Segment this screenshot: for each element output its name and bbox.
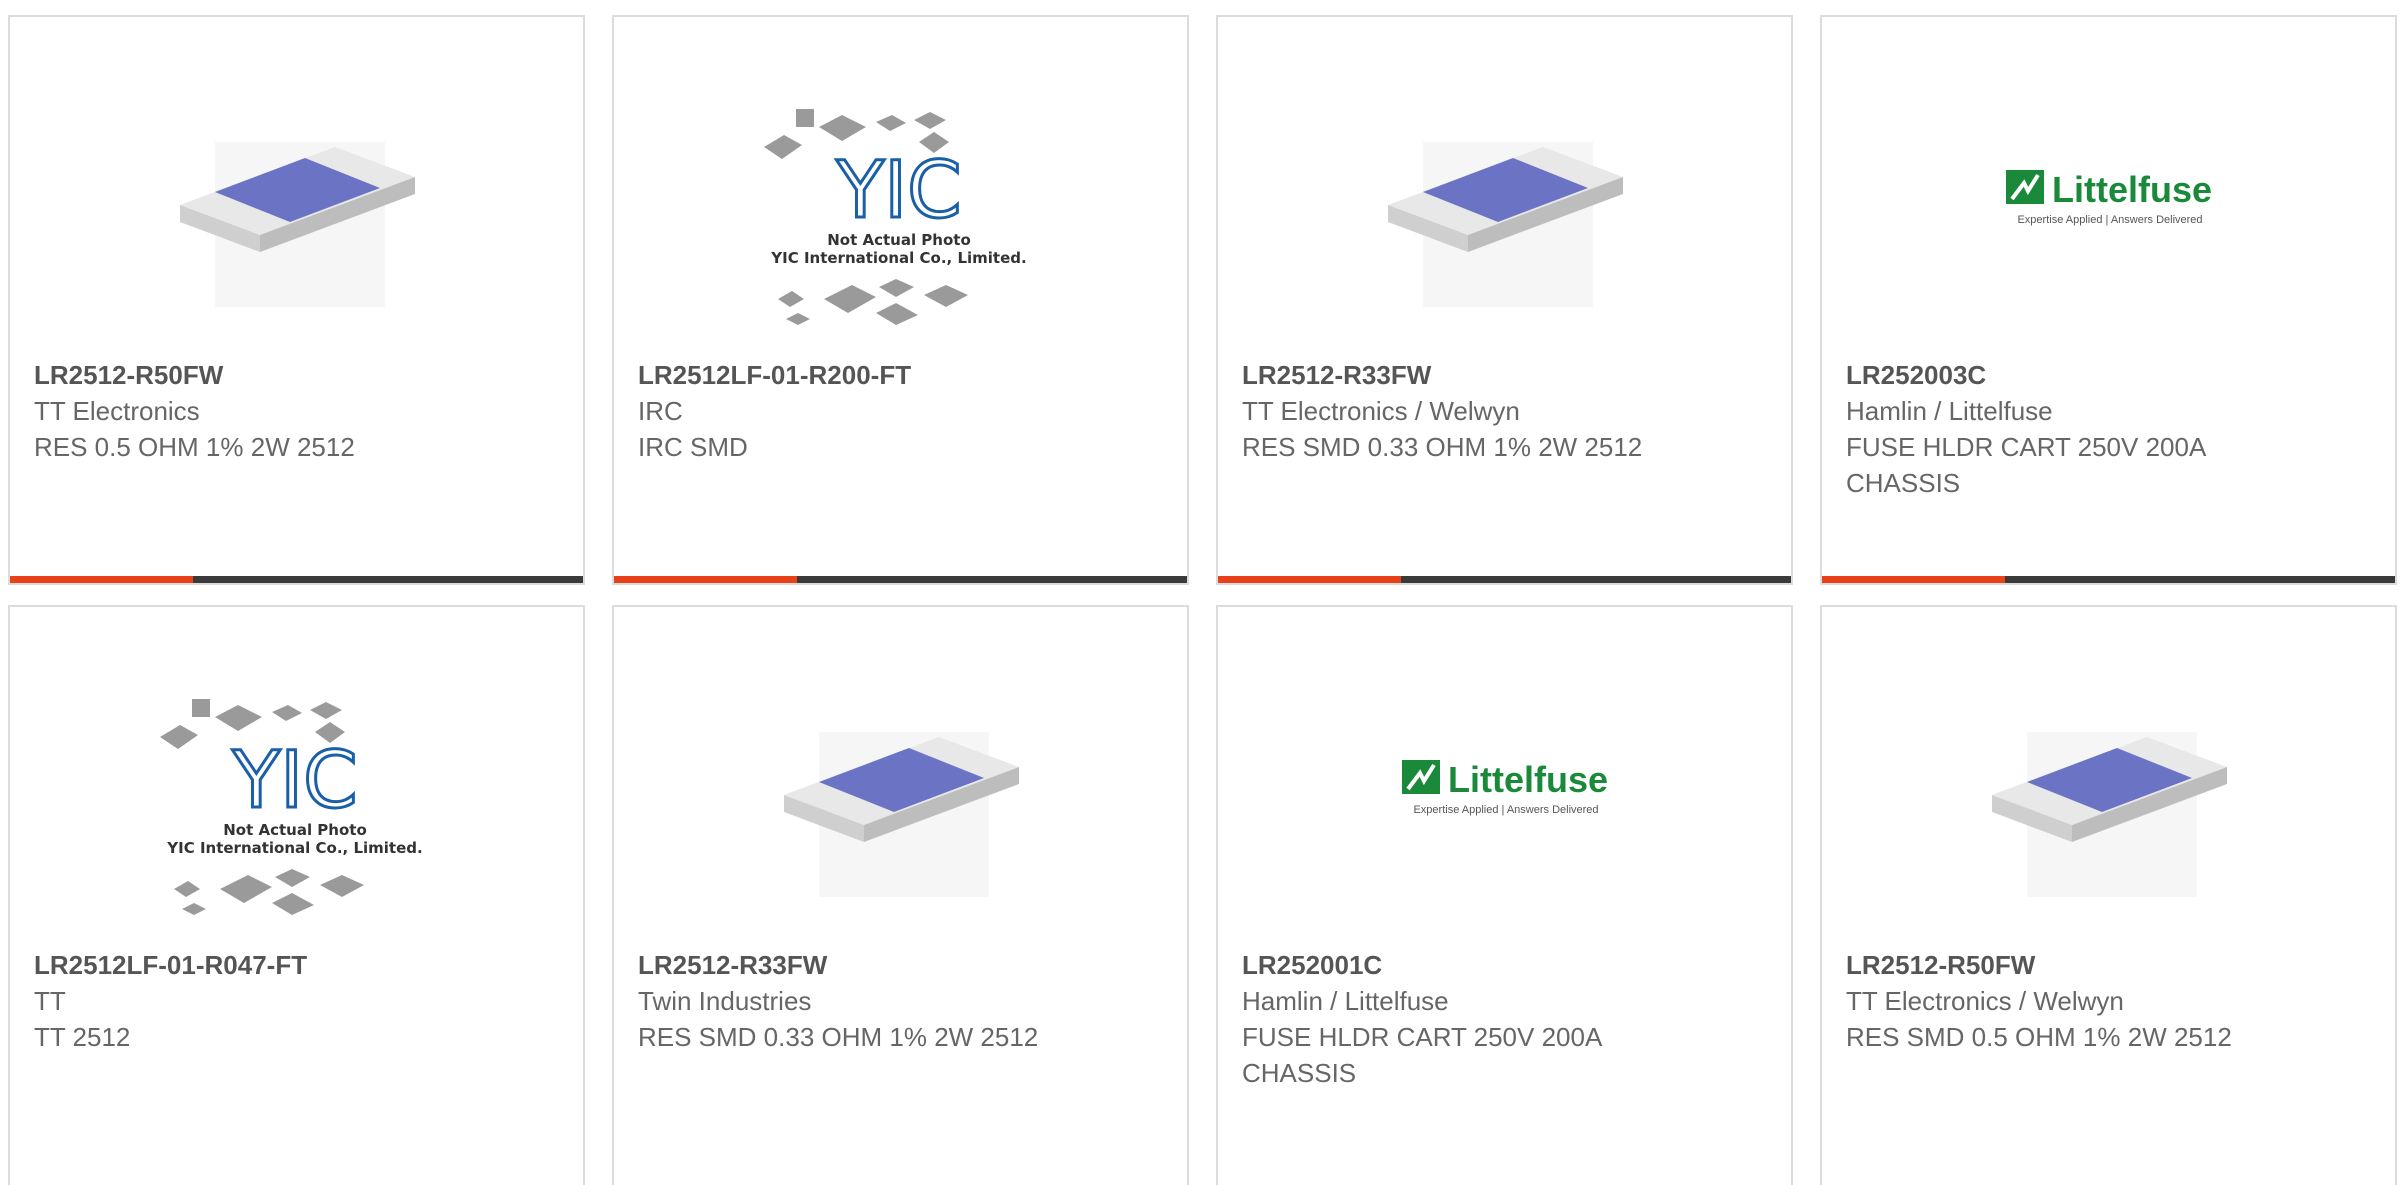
manufacturer: TT Electronics / Welwyn <box>1846 986 2124 1016</box>
card-accent-bar <box>614 576 797 583</box>
description: FUSE HLDR CART 250V 200A CHASSIS <box>1846 432 2205 498</box>
part-number[interactable]: LR2512-R33FW <box>1242 357 1767 393</box>
card-footer-bar <box>1822 576 2395 583</box>
yic-logo: YIC <box>231 736 357 826</box>
description: RES SMD 0.33 OHM 1% 2W 2512 <box>1242 432 1643 462</box>
manufacturer: IRC <box>638 396 683 426</box>
description: FUSE HLDR CART 250V 200A CHASSIS <box>1242 1022 1601 1088</box>
card-footer-bar <box>1218 576 1791 583</box>
part-number[interactable]: LR2512-R33FW <box>638 947 1163 983</box>
yic-placeholder-image[interactable]: YIC Not Actual Photo YIC International C… <box>764 87 1041 357</box>
manufacturer: TT Electronics <box>34 396 200 426</box>
manufacturer: Hamlin / Littelfuse <box>1846 396 2053 426</box>
part-number[interactable]: LR252001C <box>1242 947 1767 983</box>
product-info: LR252001C Hamlin / Littelfuse FUSE HLDR … <box>1242 947 1767 1091</box>
product-info: LR2512LF-01-R047-FT TT TT 2512 <box>34 947 559 1055</box>
image-caption: Not Actual Photo <box>223 821 367 839</box>
product-card[interactable]: LR2512-R33FW Twin Industries RES SMD 0.3… <box>612 605 1189 1185</box>
description: RES 0.5 OHM 1% 2W 2512 <box>34 432 355 462</box>
description: RES SMD 0.33 OHM 1% 2W 2512 <box>638 1022 1039 1052</box>
littelfuse-brand: Littelfuse <box>2052 169 2212 210</box>
image-caption: Not Actual Photo <box>827 231 971 249</box>
manufacturer: TT Electronics / Welwyn <box>1242 396 1520 426</box>
littelfuse-tagline: Expertise Applied | Answers Delivered <box>1413 804 1598 816</box>
yic-placeholder-image[interactable]: YIC Not Actual Photo YIC International C… <box>160 677 437 947</box>
product-card[interactable]: Littelfuse Expertise Applied | Answers D… <box>1820 15 2397 585</box>
part-number[interactable]: LR2512-R50FW <box>34 357 559 393</box>
card-accent-bar <box>1822 576 2005 583</box>
littelfuse-tagline: Expertise Applied | Answers Delivered <box>2017 214 2202 226</box>
resistor-chip-icon[interactable] <box>764 677 1041 947</box>
description: IRC SMD <box>638 432 748 462</box>
description: TT 2512 <box>34 1022 131 1052</box>
product-info: LR2512-R50FW TT Electronics RES 0.5 OHM … <box>34 357 559 465</box>
product-card[interactable]: LR2512-R33FW TT Electronics / Welwyn RES… <box>1216 15 1793 585</box>
part-number[interactable]: LR2512LF-01-R047-FT <box>34 947 559 983</box>
littelfuse-logo[interactable]: Littelfuse Expertise Applied | Answers D… <box>1368 677 1645 947</box>
description: RES SMD 0.5 OHM 1% 2W 2512 <box>1846 1022 2232 1052</box>
manufacturer: Hamlin / Littelfuse <box>1242 986 1449 1016</box>
image-caption: YIC International Co., Limited. <box>166 839 422 857</box>
product-info: LR2512-R33FW Twin Industries RES SMD 0.3… <box>638 947 1163 1055</box>
resistor-chip-icon[interactable] <box>160 87 437 357</box>
part-number[interactable]: LR2512-R50FW <box>1846 947 2371 983</box>
product-card[interactable]: Littelfuse Expertise Applied | Answers D… <box>1216 605 1793 1185</box>
card-accent-bar <box>1218 576 1401 583</box>
product-info: LR2512-R50FW TT Electronics / Welwyn RES… <box>1846 947 2371 1055</box>
resistor-chip-icon[interactable] <box>1972 677 2249 947</box>
product-grid: LR2512-R50FW TT Electronics RES 0.5 OHM … <box>0 0 2400 1185</box>
image-caption: YIC International Co., Limited. <box>770 249 1026 267</box>
manufacturer: TT <box>34 986 66 1016</box>
yic-logo: YIC <box>835 146 961 236</box>
product-info: LR252003C Hamlin / Littelfuse FUSE HLDR … <box>1846 357 2371 501</box>
manufacturer: Twin Industries <box>638 986 812 1016</box>
part-number[interactable]: LR252003C <box>1846 357 2371 393</box>
product-info: LR2512-R33FW TT Electronics / Welwyn RES… <box>1242 357 1767 465</box>
product-card[interactable]: YIC Not Actual Photo YIC International C… <box>612 15 1189 585</box>
product-card[interactable]: YIC Not Actual Photo YIC International C… <box>8 605 585 1185</box>
product-info: LR2512LF-01-R200-FT IRC IRC SMD <box>638 357 1163 465</box>
product-card[interactable]: LR2512-R50FW TT Electronics / Welwyn RES… <box>1820 605 2397 1185</box>
part-number[interactable]: LR2512LF-01-R200-FT <box>638 357 1163 393</box>
product-card[interactable]: LR2512-R50FW TT Electronics RES 0.5 OHM … <box>8 15 585 585</box>
card-accent-bar <box>10 576 193 583</box>
littelfuse-brand: Littelfuse <box>1448 759 1608 800</box>
card-footer-bar <box>10 576 583 583</box>
resistor-chip-icon[interactable] <box>1368 87 1645 357</box>
littelfuse-logo[interactable]: Littelfuse Expertise Applied | Answers D… <box>1972 87 2249 357</box>
card-footer-bar <box>614 576 1187 583</box>
